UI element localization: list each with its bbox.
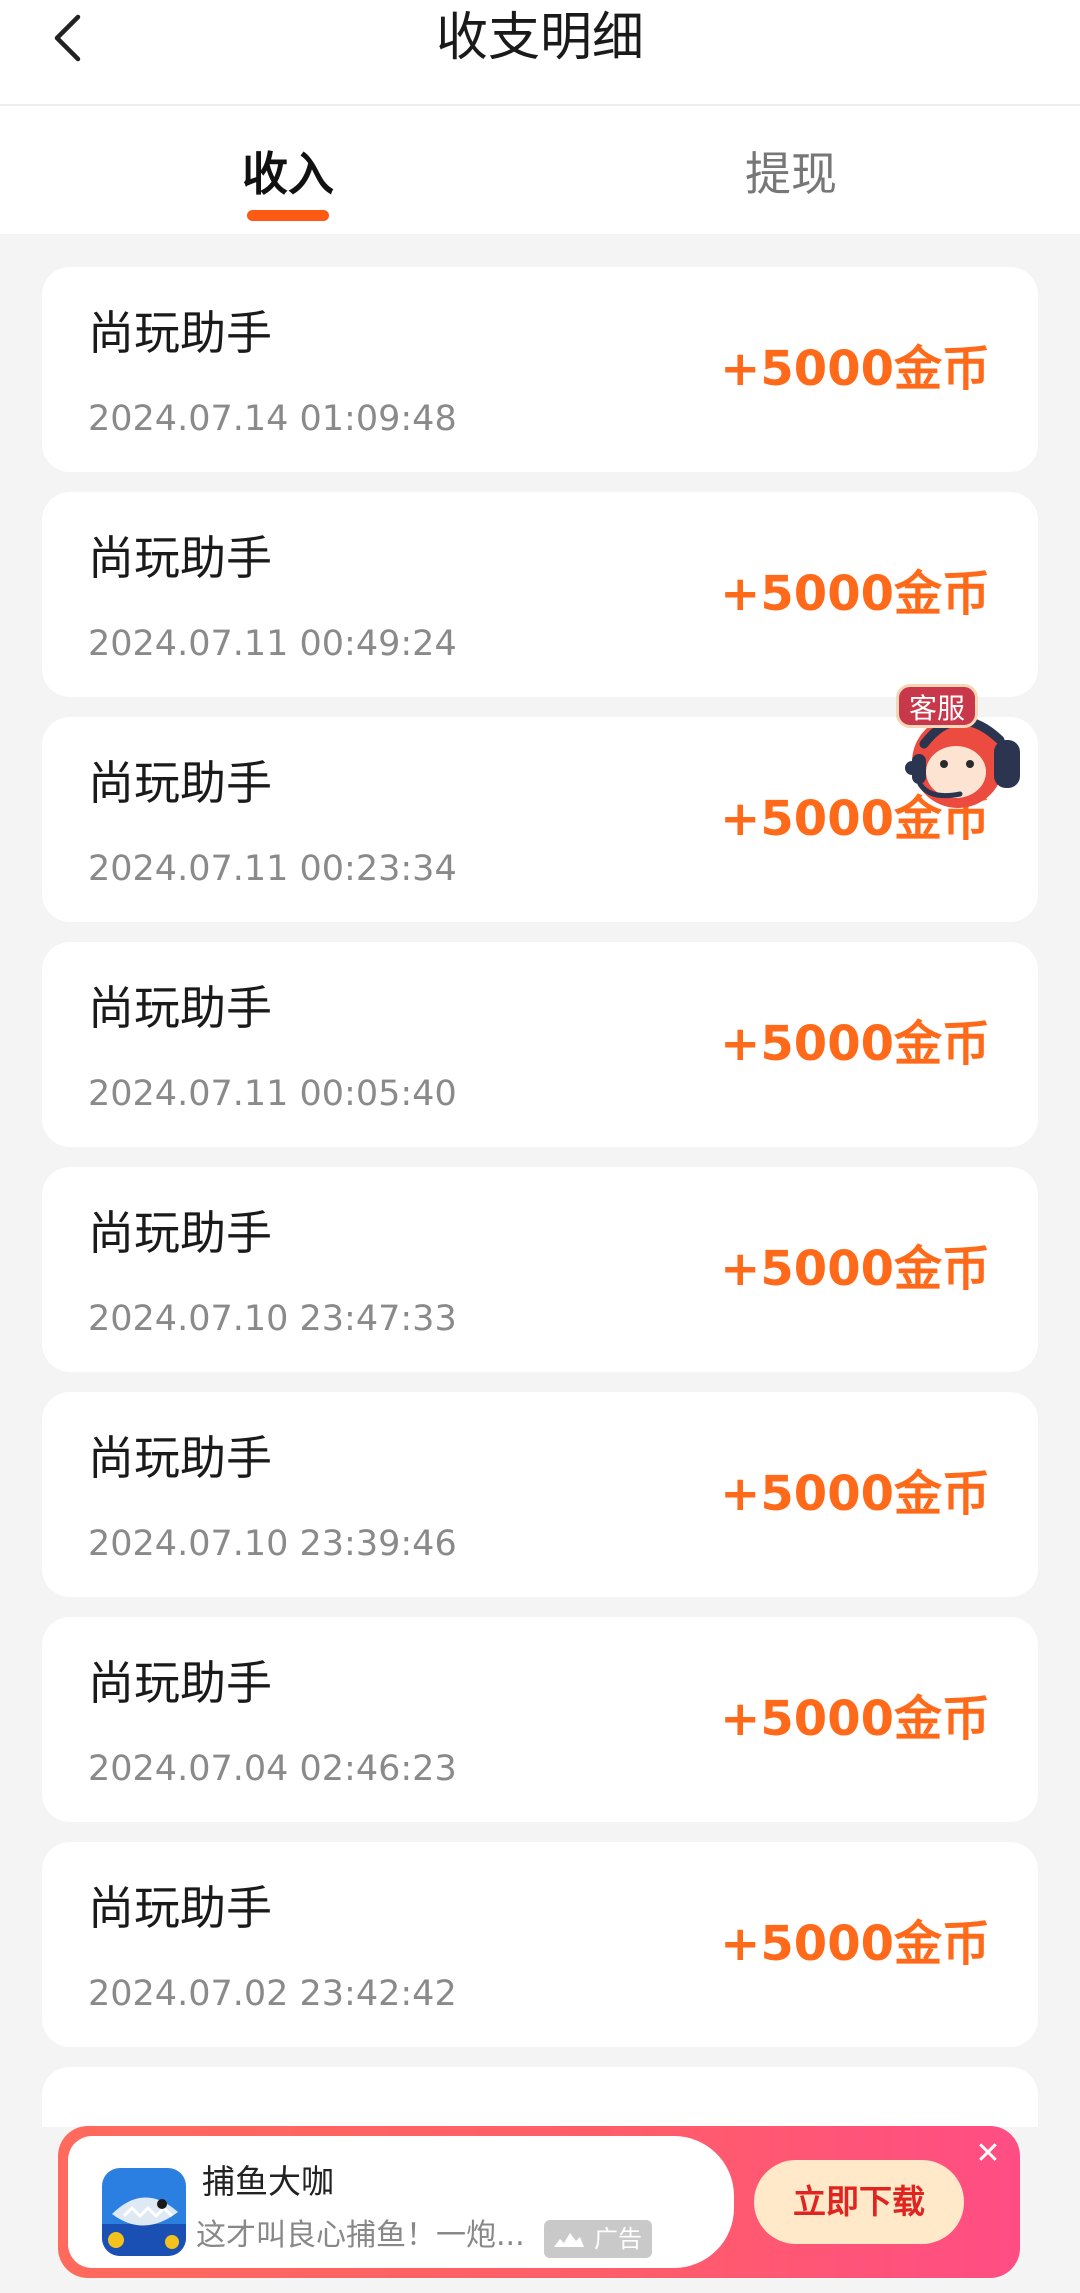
- list-item: 尚玩助手 2024.07.11 00:23:34 +5000金币: [42, 717, 1038, 922]
- active-tab-indicator: [247, 210, 329, 221]
- list-item: 尚玩助手 2024.07.14 01:09:48 +5000金币: [42, 267, 1038, 472]
- list-item: 尚玩助手 2024.07.10 23:39:46 +5000金币: [42, 1392, 1038, 1597]
- ad-description: 这才叫良心捕鱼！一炮...: [196, 2218, 525, 2253]
- list-item: 尚玩助手 2024.07.02 23:42:42 +5000金币: [42, 1842, 1038, 2047]
- customer-service-label: 客服: [896, 684, 979, 728]
- record-source: 尚玩助手: [88, 1206, 272, 1260]
- record-time: 2024.07.10 23:47:33: [88, 1299, 457, 1339]
- list-item-partial: [42, 2067, 1038, 2127]
- record-source: 尚玩助手: [88, 1431, 272, 1485]
- list-item: 尚玩助手 2024.07.11 00:05:40 +5000金币: [42, 942, 1038, 1147]
- tab-bar: 收入 提现: [0, 106, 1080, 234]
- ad-network-icon: [554, 2233, 584, 2247]
- record-amount: +5000金币: [720, 566, 990, 622]
- tab-label: 收入: [242, 147, 334, 201]
- ad-content[interactable]: 捕鱼大咖 这才叫良心捕鱼！一炮... 广告: [68, 2136, 734, 2268]
- top-bar: 收支明细: [0, 0, 1080, 106]
- record-source: 尚玩助手: [88, 1881, 272, 1935]
- record-time: 2024.07.11 00:05:40: [88, 1074, 457, 1114]
- ad-tag-label: 广告: [594, 2225, 642, 2253]
- tab-income[interactable]: 收入: [138, 106, 438, 234]
- record-source: 尚玩助手: [88, 981, 272, 1035]
- record-source: 尚玩助手: [88, 756, 272, 810]
- record-time: 2024.07.10 23:39:46: [88, 1524, 457, 1564]
- record-amount: +5000金币: [720, 1916, 990, 1972]
- record-time: 2024.07.14 01:09:48: [88, 399, 457, 439]
- ad-title: 捕鱼大咖: [202, 2162, 334, 2201]
- ad-label-badge: 广告: [544, 2220, 652, 2258]
- record-time: 2024.07.11 00:23:34: [88, 849, 457, 889]
- close-icon[interactable]: ✕: [970, 2136, 1006, 2172]
- list-item: 尚玩助手 2024.07.11 00:49:24 +5000金币: [42, 492, 1038, 697]
- list-item: 尚玩助手 2024.07.04 02:46:23 +5000金币: [42, 1617, 1038, 1822]
- record-amount: +5000金币: [720, 1016, 990, 1072]
- record-source: 尚玩助手: [88, 306, 272, 360]
- record-list: 尚玩助手 2024.07.14 01:09:48 +5000金币 尚玩助手 20…: [42, 267, 1038, 2147]
- record-amount: +5000金币: [720, 1466, 990, 1522]
- ad-banner[interactable]: 捕鱼大咖 这才叫良心捕鱼！一炮... 广告 立即下载 ✕: [58, 2126, 1020, 2278]
- record-amount: +5000金币: [720, 1691, 990, 1747]
- customer-service-button[interactable]: 客服: [890, 680, 1050, 820]
- page-title: 收支明细: [435, 8, 644, 68]
- tab-withdraw[interactable]: 提现: [641, 106, 941, 234]
- record-time: 2024.07.02 23:42:42: [88, 1974, 457, 2014]
- list-item: 尚玩助手 2024.07.10 23:47:33 +5000金币: [42, 1167, 1038, 1372]
- record-amount: +5000金币: [720, 341, 990, 397]
- tab-label: 提现: [745, 147, 837, 201]
- record-time: 2024.07.04 02:46:23: [88, 1749, 457, 1789]
- app-icon: [102, 2168, 186, 2256]
- record-source: 尚玩助手: [88, 1656, 272, 1710]
- record-time: 2024.07.11 00:49:24: [88, 624, 457, 664]
- record-amount: +5000金币: [720, 1241, 990, 1297]
- record-source: 尚玩助手: [88, 531, 272, 585]
- download-button[interactable]: 立即下载: [754, 2160, 964, 2244]
